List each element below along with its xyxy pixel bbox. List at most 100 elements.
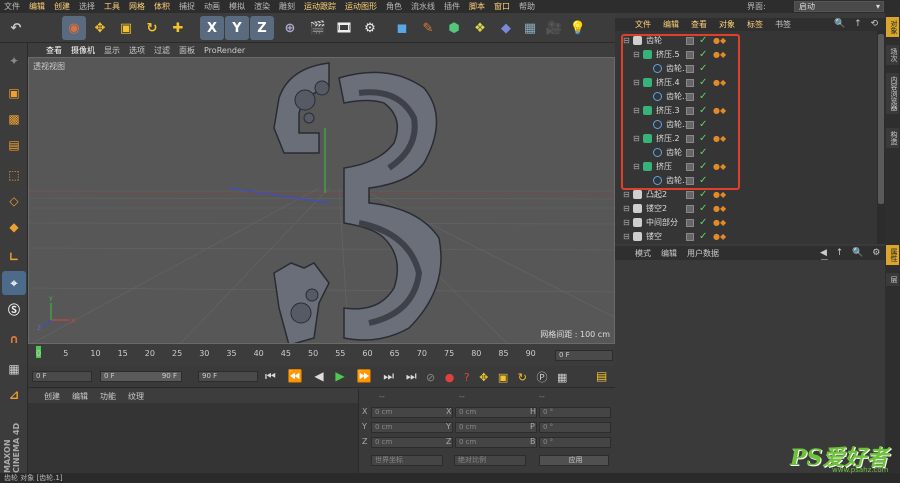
- enabled-check-icon[interactable]: ✓: [699, 230, 707, 244]
- viewport-menu-item-1[interactable]: 摄像机: [71, 45, 95, 56]
- menu-item-16[interactable]: 插件: [444, 1, 460, 12]
- expand-icon[interactable]: ⊟: [623, 202, 630, 216]
- viewport-menu-item-0[interactable]: 查看: [46, 45, 62, 56]
- side-tab-3[interactable]: 构造: [886, 128, 899, 148]
- menu-item-11[interactable]: 雕刻: [279, 1, 295, 12]
- coord-position-field[interactable]: 0 cm: [371, 437, 453, 448]
- move-icon[interactable]: ✥: [88, 16, 112, 40]
- coord-size-field[interactable]: 0 cm: [455, 422, 537, 433]
- om-menu-item-0[interactable]: 文件: [635, 19, 651, 30]
- om-menu-item-3[interactable]: 对象: [719, 19, 735, 30]
- tweak-mode-icon[interactable]: ⌖: [2, 271, 26, 295]
- attr-menu-item-0[interactable]: 模式: [635, 248, 651, 259]
- enabled-check-icon[interactable]: ✓: [699, 216, 707, 230]
- object-row[interactable]: ⊟ 镂空2 ✓ ●◆: [615, 202, 877, 216]
- side-tab-2[interactable]: 内容浏览器: [886, 73, 899, 114]
- floor-icon[interactable]: ▦: [518, 16, 542, 40]
- tag-icon[interactable]: ●◆: [713, 204, 726, 214]
- viewport-menu-item-4[interactable]: 过滤: [154, 45, 170, 56]
- menu-item-4[interactable]: 工具: [104, 1, 120, 12]
- viewport-menu-item-6[interactable]: ProRender: [204, 46, 245, 55]
- expand-icon[interactable]: ⊟: [623, 230, 630, 244]
- render-view-icon[interactable]: 🎬: [306, 16, 330, 40]
- coord-mode-select[interactable]: 世界坐标: [371, 455, 443, 466]
- menu-item-8[interactable]: 动画: [204, 1, 220, 12]
- enabled-check-icon[interactable]: ✓: [699, 202, 707, 216]
- polygons-mode-icon[interactable]: ◆: [2, 215, 26, 239]
- menu-item-9[interactable]: 模拟: [229, 1, 245, 12]
- timeline[interactable]: 0 F 0 5 10 15 20 25 30 35 40 45 50 55 60 65 70 75 80 85 90: [28, 344, 615, 366]
- viewport-menu-item-5[interactable]: 面板: [179, 45, 195, 56]
- snap-icon[interactable]: Ⓢ: [2, 297, 26, 321]
- tag-icon[interactable]: ●◆: [713, 190, 726, 200]
- coord-size-field[interactable]: 0 cm: [455, 437, 537, 448]
- recent-tool-icon[interactable]: ✚: [166, 16, 190, 40]
- menu-item-6[interactable]: 体积: [154, 1, 170, 12]
- om-menu-item-4[interactable]: 标签: [747, 19, 763, 30]
- menu-item-3[interactable]: 选择: [79, 1, 95, 12]
- material-menu-item-0[interactable]: 创建: [44, 391, 60, 402]
- array-icon[interactable]: ❖: [468, 16, 492, 40]
- side-tab-bottom-1[interactable]: 层: [886, 273, 899, 286]
- menu-item-0[interactable]: 文件: [4, 1, 20, 12]
- playback-controls[interactable]: ⏮ ⏪ ◀ ▶ ⏩ ⏭ ⏭: [265, 369, 421, 384]
- menu-item-2[interactable]: 创建: [54, 1, 70, 12]
- current-frame-field[interactable]: 0 F: [555, 350, 613, 361]
- menu-item-1[interactable]: 编辑: [29, 1, 45, 12]
- visibility-toggle[interactable]: [686, 219, 694, 227]
- deformer-icon[interactable]: ◆: [494, 16, 518, 40]
- workplane-icon[interactable]: ⊿: [2, 383, 26, 407]
- visibility-toggle[interactable]: [686, 191, 694, 199]
- object-row[interactable]: ⊟ 镂空 ✓ ●◆: [615, 230, 877, 244]
- keyframe-controls[interactable]: ⊘ ● ? ✥ ▣ ↻ Ⓟ ▦: [426, 369, 570, 385]
- render-picture-viewer-icon[interactable]: 🎞: [332, 16, 356, 40]
- om-scroll-thumb[interactable]: [878, 34, 884, 204]
- y-axis-lock-button[interactable]: Y: [225, 16, 249, 40]
- undo-icon[interactable]: ↶: [4, 16, 28, 40]
- visibility-toggle[interactable]: [686, 233, 694, 241]
- camera-icon[interactable]: 🎥: [542, 16, 566, 40]
- om-menu-item-2[interactable]: 查看: [691, 19, 707, 30]
- scale-icon[interactable]: ▣: [114, 16, 138, 40]
- texture-mode-icon[interactable]: ▩: [2, 107, 26, 131]
- material-menu-item-3[interactable]: 纹理: [128, 391, 144, 402]
- coord-scale-select[interactable]: 绝对比例: [454, 455, 526, 466]
- expand-icon[interactable]: ⊟: [623, 216, 630, 230]
- viewport-menu-item-3[interactable]: 选项: [129, 45, 145, 56]
- menu-item-17[interactable]: 脚本: [469, 1, 485, 12]
- side-tab-bottom-0[interactable]: 属性: [886, 245, 899, 265]
- object-row[interactable]: ⊟ 中间部分 ✓ ●◆: [615, 216, 877, 230]
- coordinate-system-icon[interactable]: ⊕: [278, 16, 302, 40]
- layout-select[interactable]: 启动: [794, 1, 884, 12]
- start-frame-field[interactable]: 0 F: [32, 371, 92, 382]
- rotate-icon[interactable]: ↻: [140, 16, 164, 40]
- om-menu-item-1[interactable]: 编辑: [663, 19, 679, 30]
- make-editable-icon[interactable]: ✦: [2, 49, 26, 73]
- menu-item-14[interactable]: 角色: [386, 1, 402, 12]
- menu-item-7[interactable]: 捕捉: [179, 1, 195, 12]
- material-menu-item-1[interactable]: 编辑: [72, 391, 88, 402]
- coord-position-field[interactable]: 0 cm: [371, 407, 453, 418]
- coord-rotation-field[interactable]: 0 °: [539, 422, 611, 433]
- menu-item-18[interactable]: 窗口: [494, 1, 510, 12]
- end-frame-field[interactable]: 90 F: [198, 371, 258, 382]
- coord-position-field[interactable]: 0 cm: [371, 422, 453, 433]
- menu-item-15[interactable]: 流水线: [411, 1, 435, 12]
- film-icon[interactable]: ▤: [596, 369, 607, 383]
- light-icon[interactable]: 💡: [566, 16, 590, 40]
- side-tab-0[interactable]: 对象: [886, 17, 899, 37]
- menu-item-19[interactable]: 帮助: [519, 1, 535, 12]
- live-select-icon[interactable]: ◉: [62, 16, 86, 40]
- tag-icon[interactable]: ●◆: [713, 218, 726, 228]
- tag-icon[interactable]: ●◆: [713, 232, 726, 242]
- object-row[interactable]: ⊟ 凸起2 ✓ ●◆: [615, 188, 877, 202]
- coord-rotation-field[interactable]: 0 °: [539, 437, 611, 448]
- coord-size-field[interactable]: 0 cm: [455, 407, 537, 418]
- workplane-lock-icon[interactable]: ▦: [2, 357, 26, 381]
- menu-item-13[interactable]: 运动图形: [345, 1, 377, 12]
- side-tab-1[interactable]: 场次: [886, 45, 899, 65]
- viewport-perspective[interactable]: Y X Z 透视视图 网格间距 : 100 cm ✥ ⇕ ⟲ ▢: [28, 57, 615, 344]
- subdivision-icon[interactable]: ⬢: [442, 16, 466, 40]
- points-mode-icon[interactable]: ⬚: [2, 163, 26, 187]
- menu-item-5[interactable]: 网格: [129, 1, 145, 12]
